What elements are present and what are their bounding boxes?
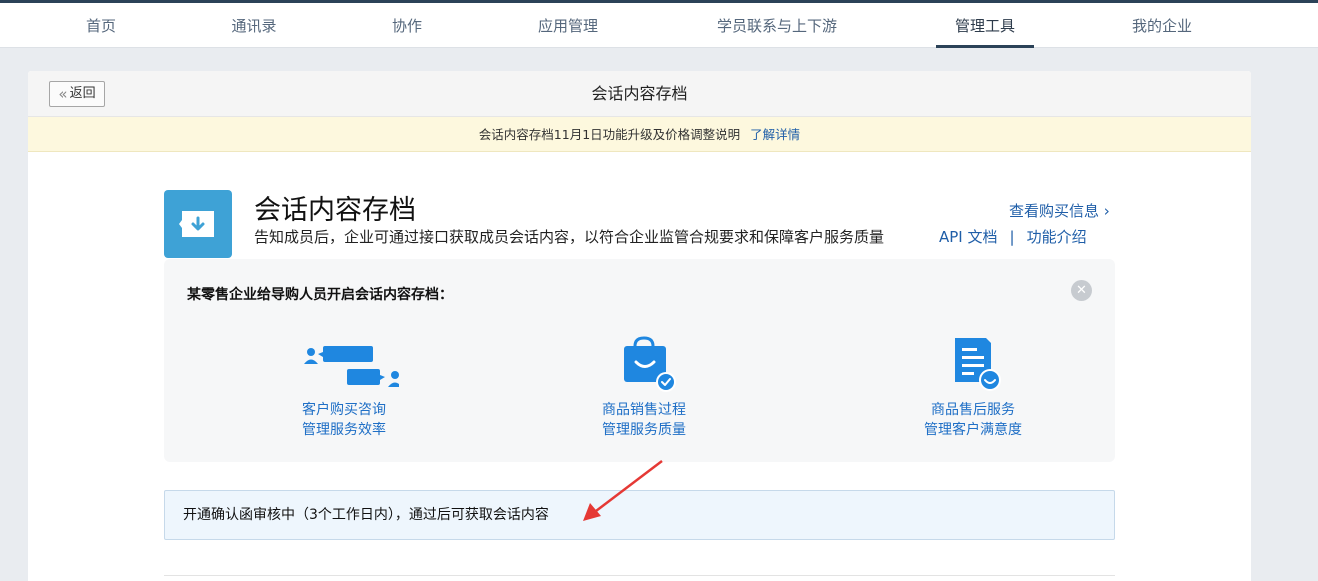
main-card: 会话内容存档 « 返回 会话内容存档11月1日功能升级及价格调整说明 了解详情 会… <box>28 71 1251 581</box>
back-button[interactable]: « 返回 <box>49 81 105 107</box>
top-nav-bar: 首页 通讯录 协作 应用管理 学员联系与上下游 管理工具 我的企业 <box>0 0 1318 48</box>
example-title: 某零售企业给导购人员开启会话内容存档： <box>187 287 453 303</box>
nav-item-home[interactable]: 首页 <box>85 3 117 48</box>
feature-sales-line1: 商品销售过程 <box>602 402 686 418</box>
app-description: 告知成员后，企业可通过接口获取成员会话内容，以符合企业监管合规要求和保障客户服务… <box>254 228 885 246</box>
api-docs-link[interactable]: API 文档 <box>939 228 998 246</box>
link-separator: | <box>1009 228 1015 246</box>
document-smile-icon <box>918 334 1028 394</box>
feature-consultation: 客户购买咨询 管理服务效率 <box>234 334 454 440</box>
feature-consultation-line1: 客户购买咨询 <box>302 402 386 418</box>
notice-text: 会话内容存档11月1日功能升级及价格调整说明 <box>478 127 741 142</box>
close-icon[interactable]: ✕ <box>1071 280 1092 301</box>
feature-after-sales: 商品售后服务 管理客户满意度 <box>863 334 1083 440</box>
upgrade-notice-banner: 会话内容存档11月1日功能升级及价格调整说明 了解详情 <box>28 117 1251 152</box>
view-purchase-info-label: 查看购买信息 <box>1009 202 1100 220</box>
review-status-banner: 开通确认函审核中（3个工作日内），通过后可获取会话内容 <box>164 490 1115 540</box>
feature-sales: 商品销售过程 管理服务质量 <box>534 334 754 440</box>
feature-sales-line2: 管理服务质量 <box>602 422 686 438</box>
feature-consultation-line2: 管理服务效率 <box>302 422 386 438</box>
nav-item-student-contacts[interactable]: 学员联系与上下游 <box>713 3 841 48</box>
feature-after-sales-line1: 商品售后服务 <box>931 402 1015 418</box>
double-chevron-left-icon: « <box>58 85 68 103</box>
doc-links: API 文档 | 功能介绍 <box>939 226 1087 247</box>
archive-download-icon <box>164 190 232 258</box>
example-panel: 某零售企业给导购人员开启会话内容存档： ✕ 客户购买咨询 管理服务效率 商品销售… <box>164 259 1115 462</box>
chevron-right-icon: › <box>1103 202 1110 220</box>
app-title: 会话内容存档 <box>254 195 416 226</box>
nav-item-app-management[interactable]: 应用管理 <box>536 3 600 48</box>
feature-after-sales-line2: 管理客户满意度 <box>924 422 1022 438</box>
notice-details-link[interactable]: 了解详情 <box>750 127 800 142</box>
section-divider <box>164 575 1115 576</box>
nav-item-management-tools[interactable]: 管理工具 <box>936 3 1034 48</box>
nav-item-my-enterprise[interactable]: 我的企业 <box>1130 3 1194 48</box>
card-header: 会话内容存档 « 返回 <box>28 71 1251 117</box>
nav-item-collaboration[interactable]: 协作 <box>391 3 423 48</box>
nav-item-contacts[interactable]: 通讯录 <box>230 3 278 48</box>
feature-intro-link[interactable]: 功能介绍 <box>1027 228 1087 246</box>
back-button-label: 返回 <box>69 86 96 101</box>
view-purchase-info-link[interactable]: 查看购买信息 › <box>1009 200 1110 221</box>
shopping-bag-check-icon <box>589 334 699 394</box>
chat-users-icon <box>289 334 402 394</box>
page-title: 会话内容存档 <box>591 84 688 103</box>
